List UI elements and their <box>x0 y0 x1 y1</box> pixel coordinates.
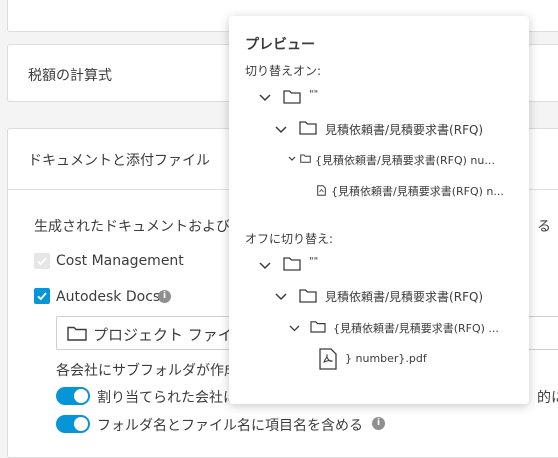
include-item-name-label: フォルダ名とファイル名に項目名を含める <box>97 418 363 434</box>
include-item-name-info-icon[interactable]: i <box>372 417 385 430</box>
toggle-on-label: 切り替えオン: <box>245 64 322 78</box>
folder-icon <box>299 289 317 303</box>
preview-popover: プレビュー 切り替えオン: "" 見積依頼書/見積要求書(RFQ) {見積依頼書… <box>229 16 529 404</box>
project-files-label: プロジェクト ファイル <box>93 326 248 344</box>
off-tree-folder2-label: {見積依頼書/見積要求書(RFQ) ... <box>333 322 499 335</box>
assigned-company-tail: 的に <box>537 390 558 406</box>
cost-management-label: Cost Management <box>56 253 184 269</box>
on-tree-file-label: {見積依頼書/見積要求書(RFQ) n... <box>331 185 504 198</box>
folder-icon <box>67 326 87 341</box>
folder-icon <box>299 121 317 135</box>
preview-title: プレビュー <box>245 37 315 53</box>
on-tree-root-label: "" <box>309 89 319 100</box>
subfolder-text: 各会社にサブフォルダが作成 <box>56 363 238 379</box>
chevron-down-icon <box>275 293 287 301</box>
toggle-off-label: オフに切り替え: <box>245 232 334 246</box>
off-tree-folder1-label: 見積依頼書/見積要求書(RFQ) <box>325 290 484 304</box>
assigned-company-label: 割り当てられた会社に <box>97 390 237 406</box>
off-tree-root-label: "" <box>309 256 319 267</box>
pdf-file-icon <box>319 348 337 370</box>
folder-icon <box>310 321 326 333</box>
on-tree-folder2-label: {見積依頼書/見積要求書(RFQ) nu... <box>315 154 495 167</box>
generated-docs-tail: る <box>537 219 551 235</box>
generated-docs-text: 生成されたドキュメントおよび <box>34 219 230 235</box>
autodesk-docs-info-icon[interactable]: i <box>158 290 171 303</box>
folder-icon <box>283 257 301 271</box>
autodesk-docs-checkbox[interactable] <box>34 288 50 304</box>
tax-calculation-title: 税額の計算式 <box>28 68 112 84</box>
folder-icon <box>300 154 311 163</box>
on-tree-folder1-label: 見積依頼書/見積要求書(RFQ) <box>325 123 484 137</box>
chevron-down-icon <box>259 94 271 102</box>
autodesk-docs-label: Autodesk Docs <box>56 289 161 305</box>
off-tree-file-label: } number}.pdf <box>345 352 427 365</box>
assigned-company-toggle[interactable] <box>56 387 90 405</box>
pdf-file-icon <box>317 185 326 196</box>
include-item-name-toggle[interactable] <box>56 415 90 433</box>
chevron-down-icon <box>259 262 271 270</box>
chevron-down-icon <box>275 126 287 134</box>
chevron-down-icon <box>289 325 300 332</box>
folder-icon <box>283 90 301 104</box>
cost-management-checkbox <box>34 253 50 269</box>
documents-title: ドキュメントと添付ファイル <box>28 153 210 169</box>
chevron-down-icon <box>288 156 296 161</box>
